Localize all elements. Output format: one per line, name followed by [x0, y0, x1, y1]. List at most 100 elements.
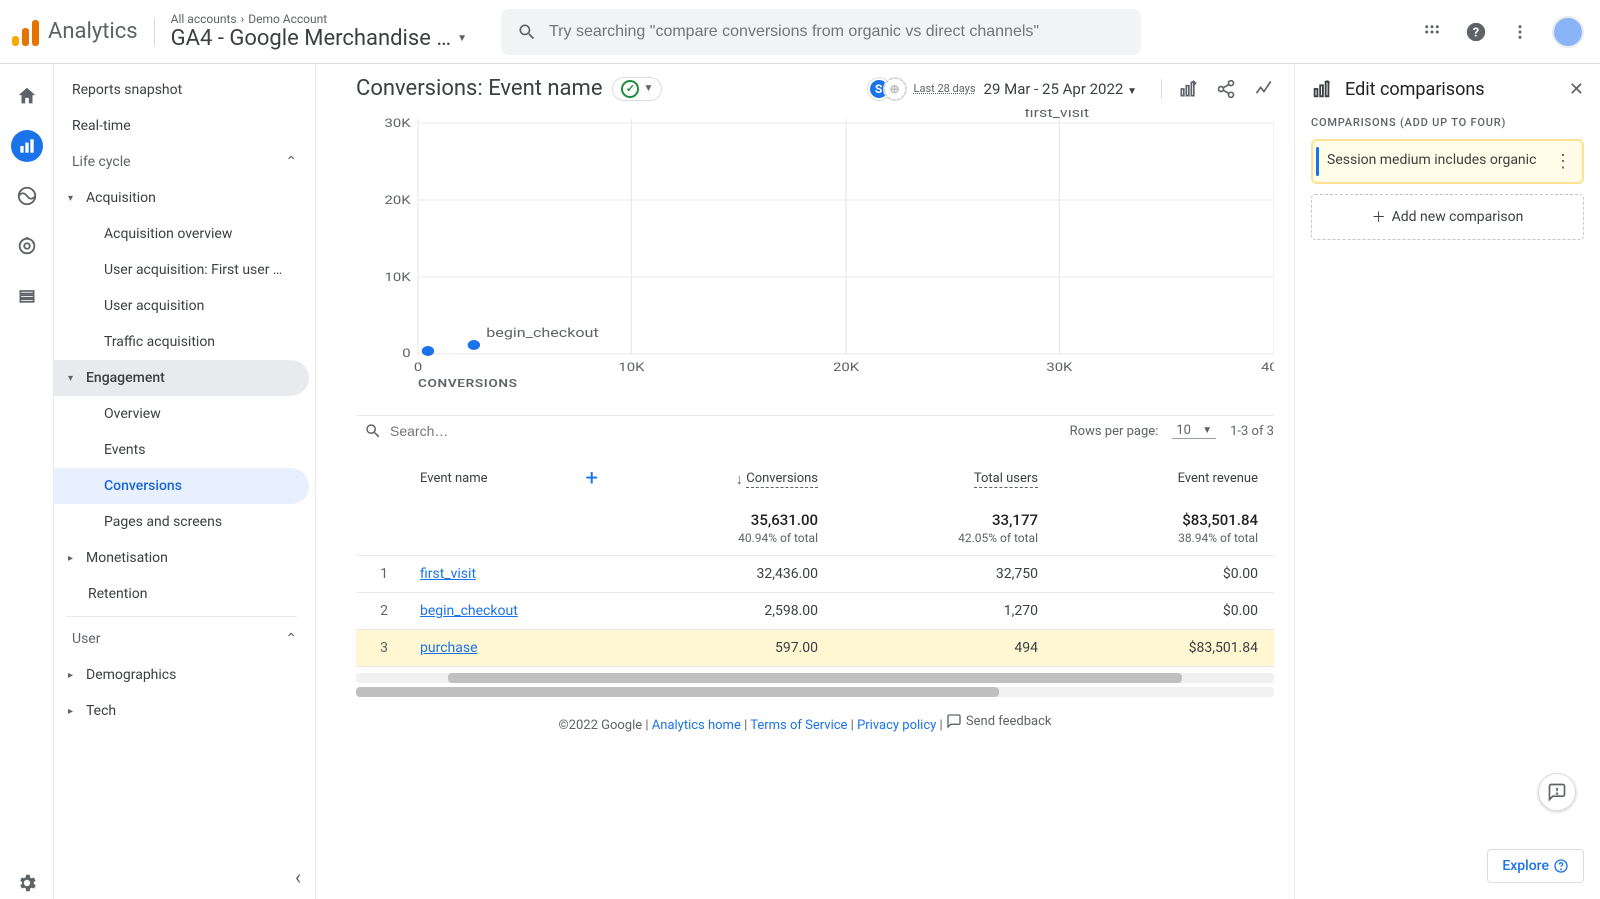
caret-down-icon: ▾: [68, 373, 78, 384]
footer-home-link[interactable]: Analytics home: [652, 718, 741, 733]
chart-point-purchase[interactable]: [422, 346, 434, 356]
sidebar-section-lifecycle[interactable]: Life cycle ⌃: [54, 144, 309, 180]
search-input[interactable]: [549, 23, 1125, 41]
collapse-sidebar-button[interactable]: ‹: [295, 865, 301, 889]
sidebar-eng-overview[interactable]: Overview: [54, 396, 309, 432]
caret-right-icon: ▸: [68, 670, 78, 681]
table-row[interactable]: 1first_visit32,436.0032,750$0.00: [356, 556, 1274, 593]
row-index: 3: [356, 630, 404, 667]
sidebar-demographics[interactable]: ▸ Demographics: [54, 657, 309, 693]
table-search-input[interactable]: [390, 423, 571, 439]
explore-button[interactable]: Explore: [1487, 849, 1584, 883]
edit-comparisons-panel: Edit comparisons ✕ COMPARISONS (ADD UP T…: [1294, 64, 1600, 899]
panel-title: Edit comparisons: [1345, 79, 1485, 100]
share-icon[interactable]: [1216, 79, 1236, 99]
help-icon[interactable]: ?: [1464, 20, 1488, 44]
sidebar-eng-events[interactable]: Events: [54, 432, 309, 468]
rail-advertising[interactable]: [11, 230, 43, 262]
sidebar-monetisation[interactable]: ▸ Monetisation: [54, 540, 309, 576]
table-row[interactable]: 2begin_checkout2,598.001,270$0.00: [356, 593, 1274, 630]
property-name[interactable]: GA4 - Google Merchandise … ▼: [171, 26, 467, 51]
apps-icon[interactable]: [1420, 20, 1444, 44]
chevron-down-icon: ▼: [1202, 425, 1212, 436]
sidebar-realtime[interactable]: Real-time: [54, 108, 309, 144]
rail-admin[interactable]: [11, 867, 43, 899]
add-dimension-button[interactable]: +: [586, 466, 598, 491]
sidebar-eng-conversions[interactable]: Conversions: [54, 468, 309, 504]
svg-text:0: 0: [402, 346, 410, 360]
col-header-users[interactable]: Total users: [834, 446, 1054, 501]
data-table-section: Rows per page: 10 ▼ 1-3 of 3 Event name: [356, 415, 1274, 667]
col-header-conversions[interactable]: ↓ Conversions: [614, 446, 834, 501]
col-header-revenue[interactable]: Event revenue: [1054, 446, 1274, 501]
svg-text:CONVERSIONS: CONVERSIONS: [418, 378, 518, 390]
sidebar-retention[interactable]: Retention: [54, 576, 309, 612]
sidebar-acq-user-first[interactable]: User acquisition: First user …: [54, 252, 309, 288]
conversions-table: Event name + ↓ Conversions Total users E…: [356, 446, 1274, 667]
add-comparison-button[interactable]: ＋ Add new comparison: [1311, 194, 1584, 240]
rail-home[interactable]: [11, 80, 43, 112]
rows-per-page-select[interactable]: 10 ▼: [1172, 423, 1216, 439]
table-search[interactable]: [364, 422, 614, 440]
event-link[interactable]: first_visit: [420, 566, 476, 582]
chevron-down-icon: ▼: [643, 83, 653, 94]
more-vert-icon[interactable]: [1508, 20, 1532, 44]
chevron-up-icon: ⌃: [285, 631, 297, 647]
chart-point-begin-checkout[interactable]: [468, 340, 480, 350]
report-header: Conversions: Event name ✓ ▼ S ⊕ Last 28 …: [316, 64, 1294, 109]
cell-users: 1,270: [834, 593, 1054, 630]
check-circle-icon: ✓: [621, 80, 639, 98]
comparisons-icon: [1311, 78, 1333, 100]
horizontal-scrollbar[interactable]: [356, 673, 1274, 683]
add-series-badge: ⊕: [884, 78, 906, 100]
status-pill[interactable]: ✓ ▼: [612, 77, 662, 101]
cell-users: 494: [834, 630, 1054, 667]
footer-tos-link[interactable]: Terms of Service: [750, 718, 847, 733]
sidebar-acquisition[interactable]: ▾ Acquisition: [54, 180, 309, 216]
footer-feedback[interactable]: Send feedback: [946, 713, 1052, 729]
col-header-event[interactable]: Event name: [420, 471, 488, 486]
sidebar-section-user[interactable]: User ⌃: [54, 621, 309, 657]
table-row[interactable]: 3purchase597.00494$83,501.84: [356, 630, 1274, 667]
sidebar-snapshot[interactable]: Reports snapshot: [54, 72, 309, 108]
sidebar-eng-pages[interactable]: Pages and screens: [54, 504, 309, 540]
event-link[interactable]: begin_checkout: [420, 603, 518, 619]
scatter-chart: 0 10K 20K 30K 0 10K 20K 30K 40K CONVERSI…: [356, 109, 1274, 399]
comparison-badges[interactable]: S ⊕: [868, 78, 906, 100]
date-range[interactable]: 29 Mar - 25 Apr 2022 ▼: [984, 80, 1137, 98]
event-link[interactable]: purchase: [420, 640, 478, 656]
account-selector[interactable]: All accounts›Demo Account GA4 - Google M…: [171, 12, 467, 51]
sidebar-acq-overview[interactable]: Acquisition overview: [54, 216, 309, 252]
customize-report-icon[interactable]: [1178, 79, 1198, 99]
cell-revenue: $0.00: [1054, 556, 1274, 593]
svg-text:begin_checkout: begin_checkout: [486, 325, 599, 341]
logo[interactable]: Analytics: [12, 18, 155, 46]
comparison-card[interactable]: Session medium includes organic ⋮: [1311, 139, 1584, 184]
close-icon[interactable]: ✕: [1569, 79, 1584, 100]
caret-down-icon: ▾: [68, 193, 78, 204]
caret-right-icon: ▸: [68, 706, 78, 717]
date-preset-label[interactable]: Last 28 days: [914, 82, 976, 95]
pagination-range: 1-3 of 3: [1230, 424, 1274, 439]
sidebar-acq-traffic[interactable]: Traffic acquisition: [54, 324, 309, 360]
horizontal-scrollbar[interactable]: [356, 687, 1274, 697]
avatar[interactable]: [1552, 16, 1584, 48]
sidebar-engagement[interactable]: ▾ Engagement: [54, 360, 309, 396]
help-outline-icon: [1553, 858, 1569, 874]
sidebar-tech[interactable]: ▸ Tech: [54, 693, 309, 729]
analytics-logo-icon: [12, 18, 40, 46]
main-content: Conversions: Event name ✓ ▼ S ⊕ Last 28 …: [316, 64, 1294, 899]
rail-configure[interactable]: [11, 280, 43, 312]
svg-text:40K: 40K: [1261, 360, 1274, 374]
rail-explore[interactable]: [11, 180, 43, 212]
search-box[interactable]: [501, 9, 1141, 55]
more-vert-icon[interactable]: ⋮: [1554, 151, 1572, 172]
product-name: Analytics: [48, 19, 138, 44]
sidebar-acq-user[interactable]: User acquisition: [54, 288, 309, 324]
app-header: Analytics All accounts›Demo Account GA4 …: [0, 0, 1600, 64]
rail-reports[interactable]: [11, 130, 43, 162]
feedback-icon: [946, 713, 962, 729]
insights-icon[interactable]: [1254, 79, 1274, 99]
footer-privacy-link[interactable]: Privacy policy: [857, 718, 936, 733]
chevron-down-icon: ▼: [457, 33, 467, 44]
